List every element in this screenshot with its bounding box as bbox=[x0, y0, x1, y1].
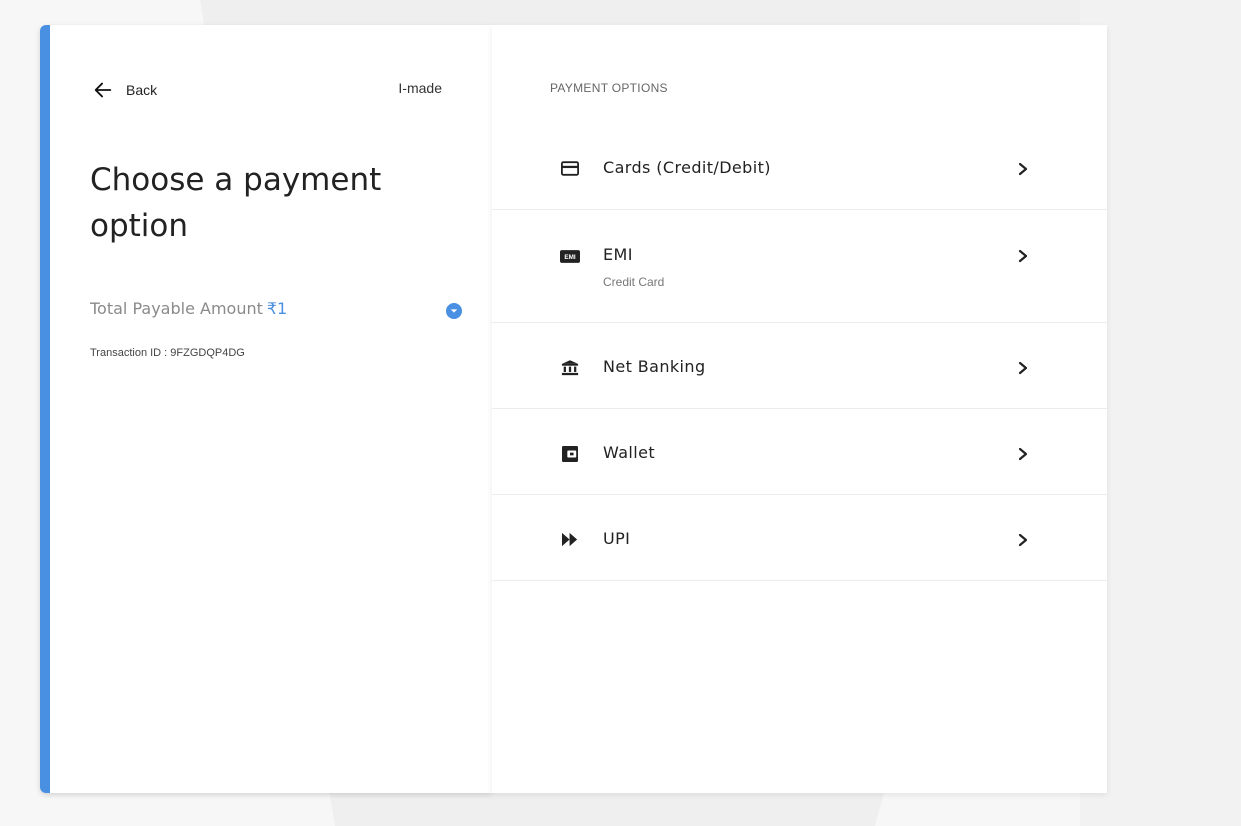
back-button[interactable]: Back bbox=[92, 79, 157, 101]
total-amount-label: Total Payable Amount ₹1 bbox=[90, 299, 287, 318]
chevron-right-icon bbox=[1018, 361, 1028, 375]
total-amount-row: Total Payable Amount ₹1 bbox=[90, 297, 462, 319]
wallet-icon bbox=[560, 444, 580, 464]
credit-card-icon bbox=[560, 158, 580, 178]
transaction-id: Transaction ID : 9FZGDQP4DG bbox=[90, 347, 245, 359]
chevron-right-icon bbox=[1018, 447, 1028, 461]
payment-option-cards[interactable]: Cards (Credit/Debit) bbox=[492, 125, 1107, 210]
order-summary-panel: Back I-made Choose a payment option Tota… bbox=[40, 25, 492, 793]
svg-text:EMI: EMI bbox=[564, 254, 576, 261]
option-label: Net Banking bbox=[603, 357, 706, 376]
arrow-left-icon bbox=[94, 82, 112, 98]
chevron-right-icon bbox=[1018, 533, 1028, 547]
back-label: Back bbox=[126, 82, 158, 98]
total-amount-text: Total Payable Amount bbox=[90, 298, 263, 318]
payment-option-net-banking[interactable]: Net Banking bbox=[492, 323, 1107, 409]
chevron-right-icon bbox=[1018, 249, 1028, 263]
page-title: Choose a payment option bbox=[90, 162, 382, 244]
amount-details-toggle[interactable] bbox=[446, 303, 462, 319]
payment-options-heading: PAYMENT OPTIONS bbox=[550, 81, 668, 95]
payment-option-emi[interactable]: EMI EMI Credit Card bbox=[492, 210, 1107, 323]
emi-icon: EMI bbox=[560, 246, 580, 266]
chevron-down-icon bbox=[450, 309, 458, 313]
option-label: Wallet bbox=[603, 443, 656, 462]
payment-option-wallet[interactable]: Wallet bbox=[492, 409, 1107, 495]
option-label: UPI bbox=[603, 529, 631, 548]
option-label: EMI bbox=[603, 245, 633, 264]
upi-icon bbox=[560, 529, 580, 549]
payment-options-list: Cards (Credit/Debit) EMI EMI Credit Card bbox=[492, 125, 1107, 581]
option-sublabel: Credit Card bbox=[603, 275, 665, 289]
payment-options-panel: PAYMENT OPTIONS Cards (Credit/Debit) EMI bbox=[492, 25, 1107, 793]
option-label: Cards (Credit/Debit) bbox=[603, 158, 771, 177]
bank-icon bbox=[560, 357, 580, 377]
merchant-name: I-made bbox=[398, 80, 442, 96]
chevron-right-icon bbox=[1018, 162, 1028, 176]
payment-option-upi[interactable]: UPI bbox=[492, 495, 1107, 581]
total-amount-value: ₹1 bbox=[266, 298, 288, 318]
